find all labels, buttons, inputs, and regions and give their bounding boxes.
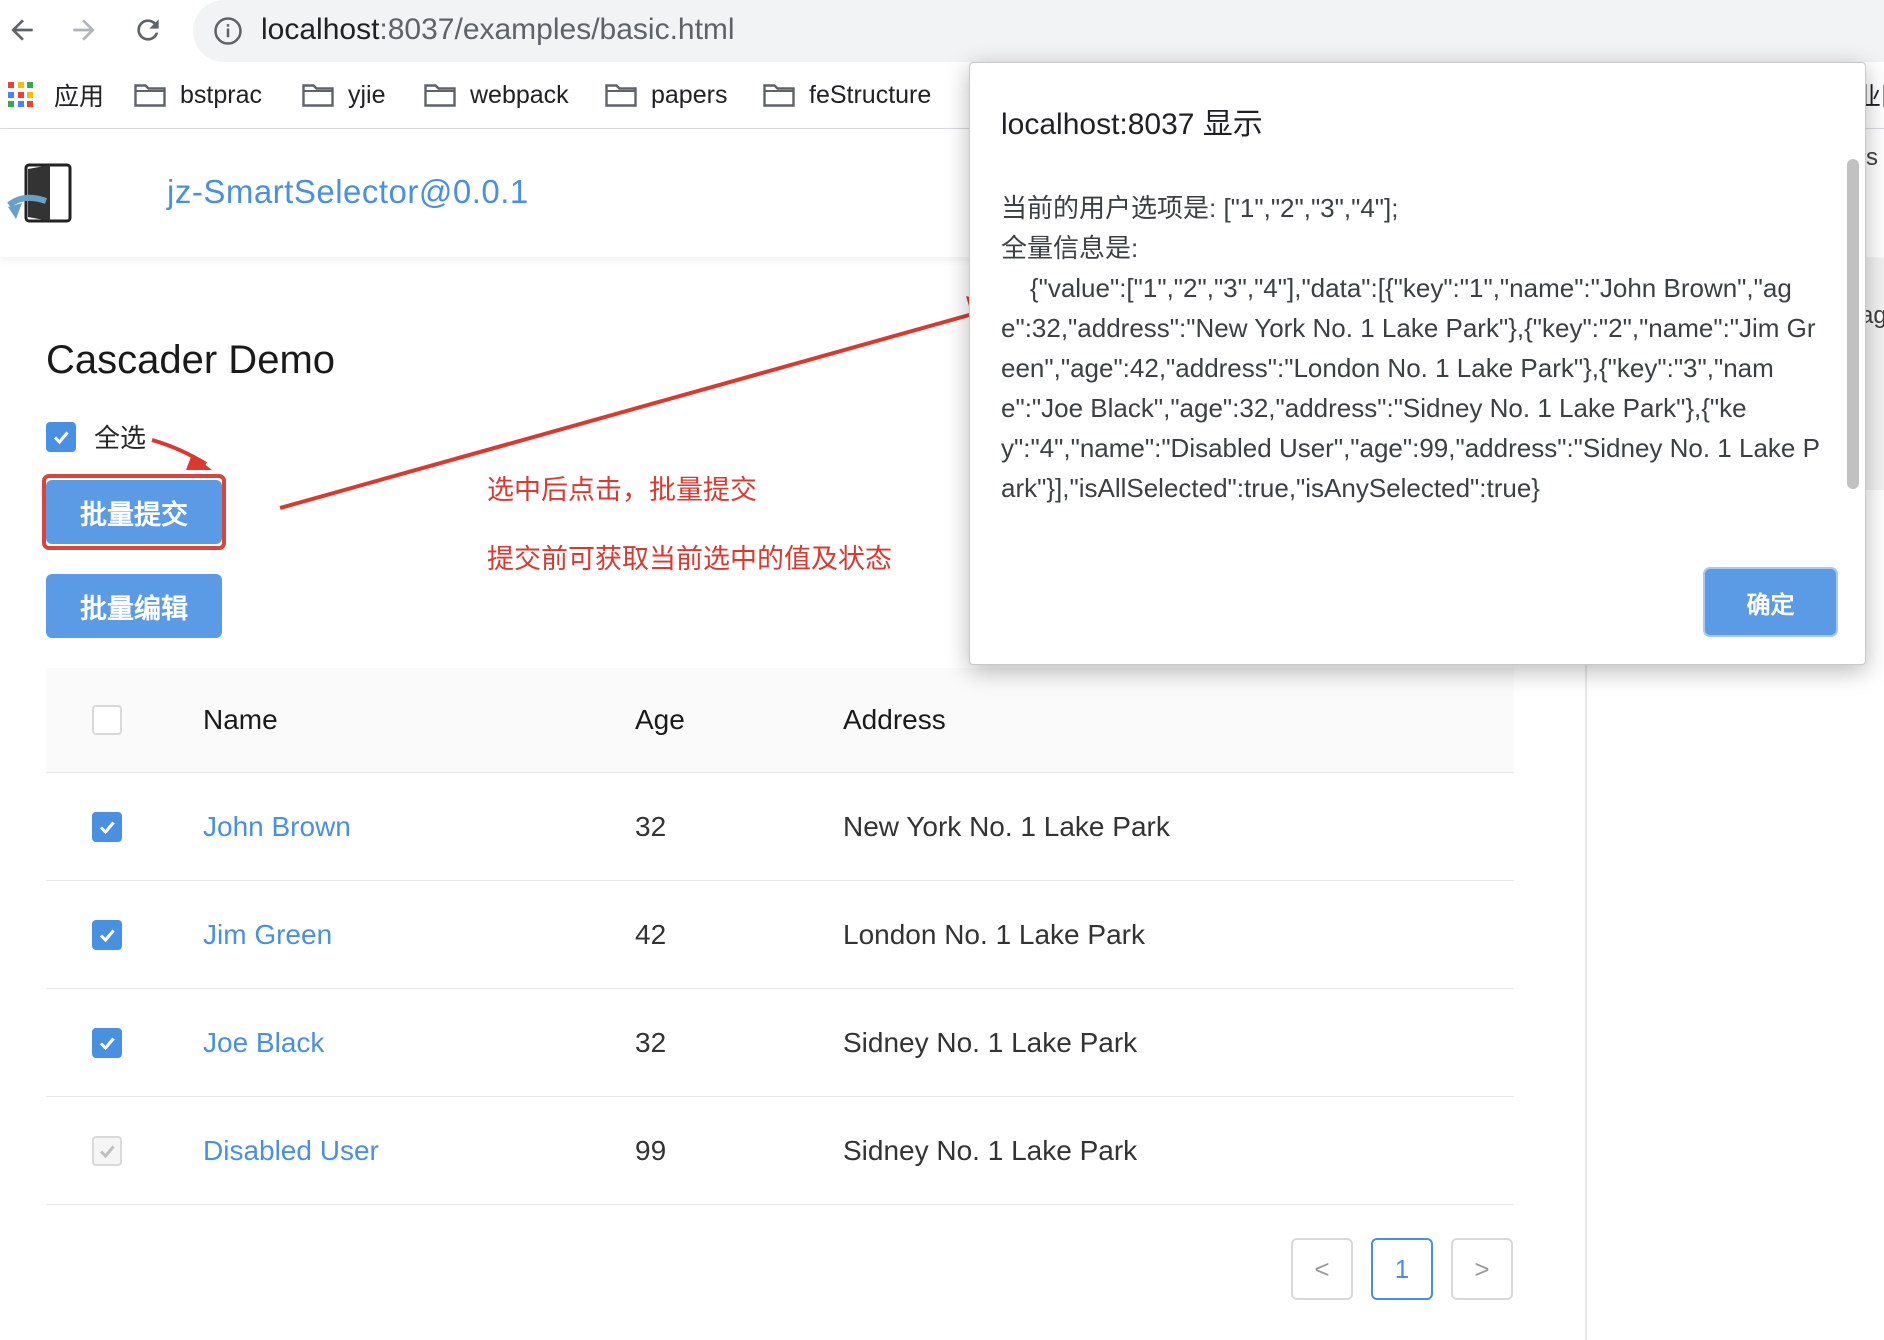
row-checkbox-cell bbox=[92, 881, 122, 988]
bookmark-label: feStructure bbox=[809, 80, 932, 109]
bookmark-folder[interactable]: bstprac bbox=[134, 76, 262, 114]
checkmark-icon bbox=[53, 431, 69, 444]
bookmark-folder[interactable]: papers bbox=[605, 76, 727, 114]
table-row: John Brown 32 New York No. 1 Lake Park bbox=[46, 773, 1514, 881]
data-table: Name Age Address John Brown 32 New York … bbox=[46, 668, 1514, 1205]
annotation-highlight-box bbox=[42, 474, 226, 550]
page-title: Cascader Demo bbox=[46, 338, 336, 382]
checkmark-icon bbox=[99, 929, 115, 942]
table-row: Disabled User 99 Sidney No. 1 Lake Park bbox=[46, 1097, 1514, 1205]
url-text[interactable]: localhost:8037/examples/basic.html bbox=[261, 13, 735, 47]
row-checkbox[interactable] bbox=[92, 919, 122, 950]
logo-icon bbox=[7, 163, 72, 223]
alert-dialog: localhost:8037 显示 当前的用户选项是: ["1","2","3"… bbox=[969, 62, 1866, 665]
bookmark-apps[interactable]: 应用 bbox=[8, 76, 104, 114]
reload-button[interactable] bbox=[126, 8, 170, 52]
folder-icon bbox=[605, 84, 637, 107]
apps-grid-icon bbox=[8, 82, 34, 108]
reload-icon bbox=[137, 19, 159, 41]
bookmark-label: papers bbox=[651, 80, 728, 109]
row-checkbox-cell bbox=[92, 773, 122, 880]
column-header-address[interactable]: Address bbox=[843, 668, 946, 772]
browser-toolbar: localhost:8037/examples/basic.html bbox=[0, 0, 1884, 62]
forward-button[interactable] bbox=[62, 8, 106, 52]
back-button[interactable] bbox=[0, 8, 44, 52]
dialog-title: localhost:8037 显示 bbox=[1001, 108, 1263, 141]
select-all-checkbox[interactable]: 全选 bbox=[46, 418, 146, 455]
row-address: Sidney No. 1 Lake Park bbox=[843, 1134, 1138, 1166]
bookmark-folder[interactable]: feStructure bbox=[763, 76, 931, 114]
row-address: New York No. 1 Lake Park bbox=[843, 810, 1170, 842]
clipped-text: s bbox=[1866, 144, 1878, 171]
header-checkbox[interactable] bbox=[92, 705, 122, 735]
row-name-link[interactable]: Jim Green bbox=[203, 881, 332, 988]
row-name-link[interactable]: Joe Black bbox=[203, 989, 324, 1096]
annotation-text: 提交前可获取当前选中的值及状态 bbox=[487, 544, 892, 574]
row-address: Sidney No. 1 Lake Park bbox=[843, 1026, 1138, 1058]
folder-icon bbox=[763, 84, 795, 107]
bookmark-label: 应用 bbox=[54, 83, 105, 111]
pagination-page-button[interactable]: 1 bbox=[1371, 1238, 1433, 1300]
select-all-label: 全选 bbox=[94, 423, 147, 453]
row-age: 42 bbox=[635, 918, 667, 950]
row-name-link[interactable]: John Brown bbox=[203, 773, 351, 880]
folder-icon bbox=[424, 84, 456, 107]
row-checkbox[interactable] bbox=[92, 1027, 122, 1058]
checkbox[interactable] bbox=[46, 421, 76, 452]
arrow-right-icon bbox=[73, 19, 95, 41]
arrow-head-icon bbox=[186, 454, 212, 470]
row-checkbox-cell bbox=[92, 1097, 122, 1204]
batch-edit-button[interactable]: 批量编辑 bbox=[46, 574, 222, 638]
bookmark-label: webpack bbox=[470, 80, 569, 109]
pagination-prev-button[interactable]: < bbox=[1291, 1238, 1353, 1300]
row-age: 99 bbox=[635, 1134, 667, 1166]
arrow-left-icon bbox=[11, 19, 33, 41]
pagination-next-button[interactable]: > bbox=[1451, 1238, 1513, 1300]
dialog-ok-button[interactable]: 确定 bbox=[1705, 569, 1836, 635]
row-age: 32 bbox=[635, 810, 667, 842]
header-checkbox-cell bbox=[92, 668, 122, 772]
address-bar[interactable]: localhost:8037/examples/basic.html bbox=[193, 0, 1884, 62]
folder-icon bbox=[302, 84, 334, 107]
folder-icon bbox=[134, 84, 166, 107]
bookmark-folder[interactable]: webpack bbox=[424, 76, 569, 114]
row-checkbox[interactable] bbox=[92, 811, 122, 842]
bookmark-folder[interactable]: yjie bbox=[302, 76, 386, 114]
row-checkbox-cell bbox=[92, 989, 122, 1096]
bookmark-label: bstprac bbox=[180, 80, 262, 109]
column-header-age[interactable]: Age bbox=[635, 668, 685, 772]
row-checkbox-disabled bbox=[92, 1135, 122, 1166]
row-address: London No. 1 Lake Park bbox=[843, 918, 1145, 950]
bookmark-label: yjie bbox=[348, 80, 386, 109]
dialog-scrollbar[interactable] bbox=[1847, 159, 1859, 489]
table-header: Name Age Address bbox=[46, 668, 1514, 773]
annotation-text: 选中后点击，批量提交 bbox=[487, 475, 757, 505]
checkmark-icon bbox=[99, 1145, 115, 1158]
url-host: localhost bbox=[261, 13, 380, 46]
annotation-arrow-small bbox=[151, 438, 208, 466]
row-name-link[interactable]: Disabled User bbox=[203, 1097, 379, 1204]
brand-title[interactable]: jz-SmartSelector@0.0.1 bbox=[167, 173, 529, 211]
table-row: Joe Black 32 Sidney No. 1 Lake Park bbox=[46, 989, 1514, 1097]
checkmark-icon bbox=[99, 821, 115, 834]
column-header-name[interactable]: Name bbox=[203, 668, 278, 772]
checkmark-icon bbox=[99, 1037, 115, 1050]
url-path: :8037/examples/basic.html bbox=[379, 13, 735, 46]
dialog-message: 当前的用户选项是: ["1","2","3","4"]; 全量信息是: {"va… bbox=[1001, 193, 1820, 503]
table-row: Jim Green 42 London No. 1 Lake Park bbox=[46, 881, 1514, 989]
info-icon[interactable] bbox=[213, 16, 243, 46]
row-age: 32 bbox=[635, 1026, 667, 1058]
